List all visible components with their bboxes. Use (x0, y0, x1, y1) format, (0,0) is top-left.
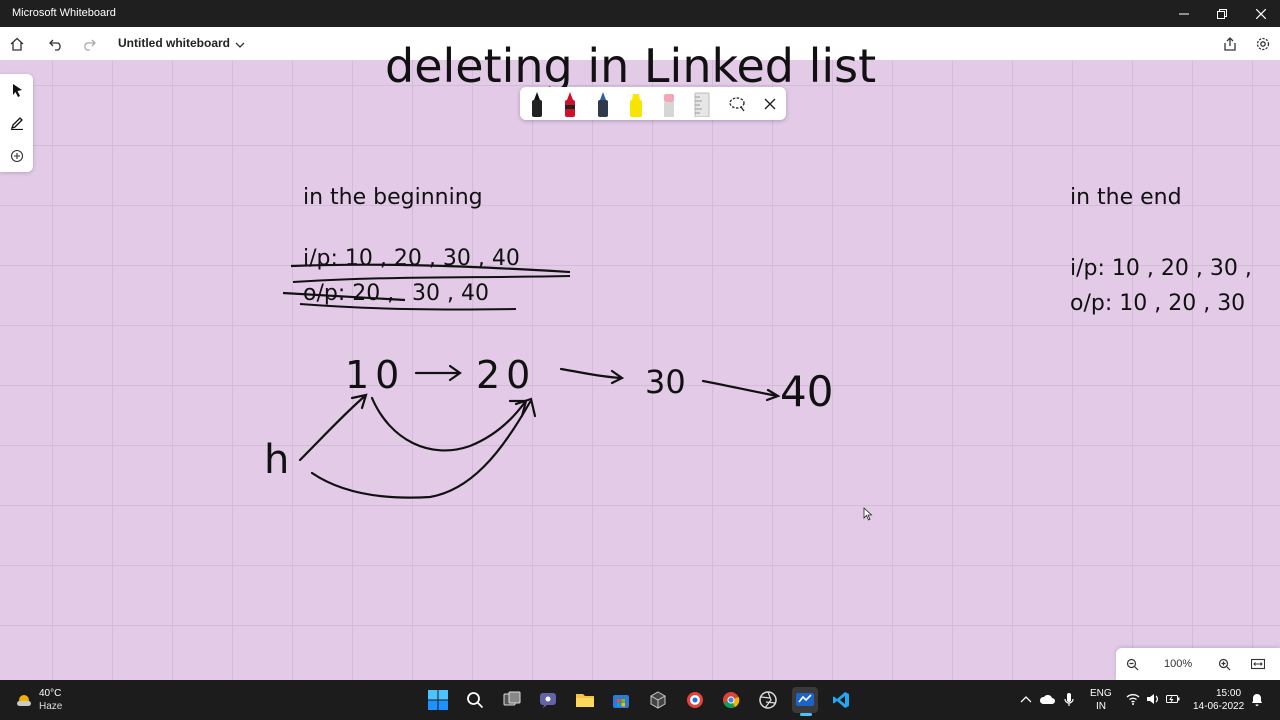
ruler-icon[interactable] (692, 91, 712, 117)
zoom-controls: 100% (1116, 648, 1280, 680)
app-toolbar: Untitled whiteboard (0, 27, 1280, 61)
maximize-button[interactable] (1203, 0, 1241, 27)
active-indicator (800, 713, 812, 716)
store-icon (613, 695, 629, 708)
weather-sun-icon[interactable] (14, 690, 34, 710)
notification-icon[interactable] (1251, 693, 1263, 707)
close-button[interactable] (1242, 0, 1280, 27)
folder-icon (576, 694, 594, 707)
home-icon (10, 37, 24, 51)
windows-taskbar: 40°C Haze ENG IN 15:00 14-06-2022 (0, 680, 1280, 720)
chrome-button[interactable] (718, 687, 744, 713)
clock-date[interactable]: 14-06-2022 (1193, 701, 1244, 712)
app-title: Microsoft Whiteboard (12, 7, 116, 19)
onedrive-cloud-icon[interactable] (1039, 693, 1055, 705)
clock-time[interactable]: 15:00 (1216, 688, 1241, 699)
mouse-cursor-icon (863, 507, 873, 521)
gear-icon (1256, 37, 1270, 51)
wifi-icon[interactable] (1126, 693, 1140, 705)
add-button[interactable] (5, 144, 29, 168)
title-dropdown[interactable] (234, 36, 246, 55)
black-pen-icon[interactable] (527, 91, 547, 117)
chrome-icon (723, 692, 740, 709)
app-button-circle[interactable] (755, 687, 781, 713)
zoom-in-button[interactable] (1212, 652, 1236, 676)
red-pen-icon[interactable] (560, 91, 580, 117)
undo-button[interactable] (44, 32, 68, 56)
app-spiral-icon (687, 692, 703, 708)
share-button[interactable] (1218, 32, 1242, 56)
weather-condition[interactable]: Haze (39, 701, 62, 712)
whiteboard-app-icon (796, 693, 814, 706)
microphone-icon[interactable] (1064, 692, 1074, 708)
windows-logo-icon (428, 690, 448, 710)
plus-circle-icon (10, 149, 24, 163)
zoom-out-button[interactable] (1120, 652, 1144, 676)
pen-tray (520, 87, 786, 120)
left-tool-panel (0, 74, 33, 172)
minimize-icon (1179, 13, 1189, 14)
weather-temp[interactable]: 40°C (39, 688, 61, 699)
teams-chat-button[interactable] (535, 687, 561, 713)
settings-button[interactable] (1251, 32, 1275, 56)
chevron-up-icon[interactable] (1020, 695, 1032, 705)
minimize-button[interactable] (1165, 0, 1203, 27)
restore-icon (1217, 8, 1227, 19)
fit-screen-icon (1251, 658, 1265, 670)
highlighter-icon[interactable] (626, 91, 646, 117)
task-view-button[interactable] (499, 687, 525, 713)
document-title[interactable]: Untitled whiteboard (118, 36, 230, 50)
search-icon (467, 692, 484, 709)
app-button-cube[interactable] (645, 687, 671, 713)
lasso-select-icon[interactable] (727, 91, 747, 117)
language-bottom[interactable]: IN (1096, 701, 1106, 712)
taskbar-search-button[interactable] (462, 687, 488, 713)
file-explorer-button[interactable] (572, 687, 598, 713)
share-icon (1224, 37, 1236, 51)
eraser-icon[interactable] (659, 91, 679, 117)
ink-tool-button[interactable] (5, 111, 29, 135)
zoom-in-icon (1218, 658, 1230, 670)
pointer-icon (13, 84, 22, 97)
task-view-icon (503, 691, 521, 706)
chat-icon (540, 693, 556, 708)
volume-icon[interactable] (1146, 693, 1160, 705)
home-button[interactable] (5, 32, 29, 56)
undo-icon (49, 39, 61, 51)
zoom-level[interactable]: 100% (1164, 658, 1192, 670)
close-icon (1256, 8, 1266, 19)
zoom-out-icon (1126, 658, 1138, 670)
chevron-down-icon (235, 42, 245, 48)
battery-icon[interactable] (1166, 693, 1180, 705)
blue-pen-icon[interactable] (593, 91, 613, 117)
app-button-spiral[interactable] (682, 687, 708, 713)
store-button[interactable] (608, 687, 634, 713)
redo-icon (84, 39, 96, 51)
language-top[interactable]: ENG (1090, 688, 1112, 699)
select-tool-button[interactable] (5, 78, 29, 102)
redo-button[interactable] (77, 32, 101, 56)
fit-to-screen-button[interactable] (1246, 652, 1270, 676)
vscode-button[interactable] (828, 687, 854, 713)
pen-icon (10, 117, 23, 130)
window-titlebar: Microsoft Whiteboard (0, 0, 1280, 27)
vscode-icon (833, 692, 849, 708)
cube-icon (650, 691, 666, 709)
start-button[interactable] (425, 687, 451, 713)
aperture-icon (759, 691, 777, 709)
close-tray-icon[interactable] (760, 91, 780, 117)
whiteboard-canvas[interactable] (0, 60, 1280, 680)
whiteboard-taskbar-button[interactable] (792, 687, 818, 716)
